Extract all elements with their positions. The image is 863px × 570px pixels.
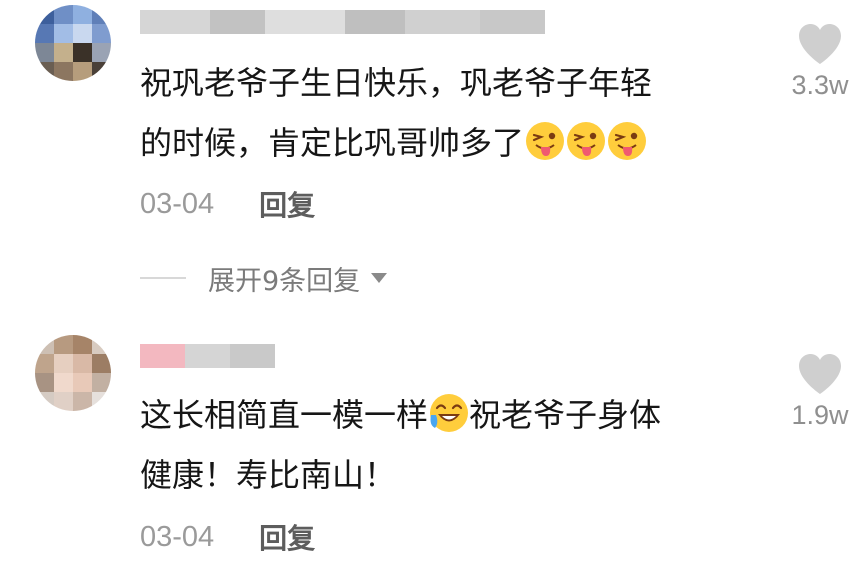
comment-item: 这长相简直一模一样 祝老爷子身体 健康！寿比南山！ 03-04 回复 1.9w (0, 330, 863, 570)
divider-line (140, 277, 186, 279)
comment-text-line: 的时候，肯定比巩哥帅多了 (140, 113, 750, 173)
laugh-cry-emoji-icon (430, 394, 469, 432)
username-blurred[interactable] (140, 10, 545, 34)
tongue-wink-emoji-icon (567, 122, 606, 160)
like-count: 1.9w (791, 400, 849, 430)
comment-text: 这长相简直一模一样 祝老爷子身体 健康！寿比南山！ (140, 385, 750, 505)
comment-text-line: 健康！寿比南山！ (140, 456, 397, 494)
username-blurred[interactable] (140, 344, 275, 368)
like-button[interactable]: 1.9w (782, 352, 858, 431)
avatar[interactable] (35, 5, 111, 81)
comment-date: 03-04 (140, 187, 215, 220)
reply-button[interactable]: 回复 (259, 184, 315, 224)
comment-meta: 03-04 回复 (140, 517, 315, 557)
tongue-wink-emoji-icon (608, 122, 647, 160)
comment-text: 祝巩老爷子生日快乐，巩老爷子年轻 的时候，肯定比巩哥帅多了 (140, 53, 750, 173)
expand-replies-button[interactable]: 展开9条回复 (140, 258, 388, 298)
tongue-wink-emoji-icon (526, 122, 565, 160)
comment-item: 祝巩老爷子生日快乐，巩老爷子年轻 的时候，肯定比巩哥帅多了 03-04 回复 3… (0, 0, 863, 240)
heart-icon (799, 24, 841, 64)
caret-down-icon (371, 273, 388, 283)
comment-text-line: 祝巩老爷子生日快乐，巩老爷子年轻 (140, 64, 653, 102)
comment-date: 03-04 (140, 520, 215, 553)
expand-replies-label: 展开9条回复 (208, 265, 361, 297)
like-count: 3.3w (791, 70, 849, 100)
heart-icon (799, 354, 841, 394)
comment-text-line: 这长相简直一模一样 祝老爷子身体 (140, 385, 750, 445)
reply-button[interactable]: 回复 (259, 517, 315, 557)
avatar[interactable] (35, 335, 111, 411)
comment-meta: 03-04 回复 (140, 184, 315, 224)
like-button[interactable]: 3.3w (782, 22, 858, 101)
